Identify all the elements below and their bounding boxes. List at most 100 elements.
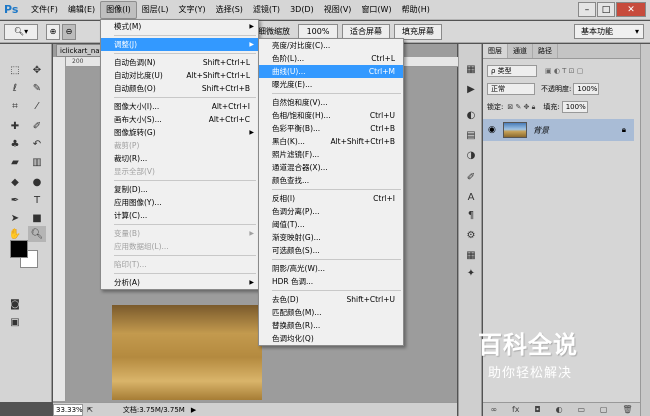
quick-mask-icon[interactable]: ◙ [6,296,24,312]
menu-item[interactable]: 色彩平衡(B)... Ctrl+B [259,122,403,135]
clone-source-panel-icon[interactable]: ⚙ [464,228,478,242]
character-panel-icon[interactable]: A [464,190,478,204]
menu-item[interactable]: 文件(F) [26,1,63,19]
menu-item[interactable]: 颜色查找... [259,174,403,187]
layers-tab[interactable]: 通道 [508,44,533,58]
menu-item[interactable]: 自动色调(N) Shift+Ctrl+L [101,56,258,69]
swatches-panel-icon[interactable]: ▤ [464,128,478,142]
menu-item[interactable]: 复制(D)... [101,183,258,196]
menu-item[interactable]: 色调分离(P)... [259,205,403,218]
zoom-level-field[interactable]: 33.33% [53,403,83,416]
fill-field[interactable]: 100% [561,101,588,113]
marquee-tool-icon[interactable]: ⬚ [6,62,24,78]
menu-item[interactable]: 曲线(U)... Ctrl+M [259,65,403,78]
menu-item[interactable]: 通道混合器(X)... [259,161,403,174]
menu-item[interactable]: 视图(V) [319,1,357,19]
visibility-eye-icon[interactable]: ◉ [488,125,496,135]
menu-item[interactable]: 图像(I) [100,0,137,19]
paragraph-panel-icon[interactable]: ¶ [464,208,478,222]
menu-item[interactable]: 替换颜色(R)... [259,319,403,332]
crop-tool-icon[interactable]: ⌗ [6,98,24,114]
delete-layer-icon[interactable]: 🗑︎ [622,405,632,414]
gradient-tool-icon[interactable]: ▥ [28,154,46,170]
menu-item[interactable]: 分析(A) ▶ [101,276,258,289]
canvas-image[interactable] [112,305,262,400]
menu-item[interactable]: 应用图像(Y)... [101,196,258,209]
screen-mode-icon[interactable]: ▣ [6,314,24,330]
layer-row-background[interactable]: ◉ 背景 🔒︎ [483,119,634,141]
zoom-tool-preset[interactable]: 🔍︎▾ [4,23,38,40]
healing-brush-tool-icon[interactable]: ✚ [6,118,24,134]
lasso-tool-icon[interactable]: ℓ [6,80,24,96]
menu-item[interactable]: 画布大小(S)... Alt+Ctrl+C [101,113,258,126]
status-arrow-icon[interactable]: ▶ [191,406,196,414]
blend-mode-select[interactable]: 正常 [487,83,535,95]
menu-item[interactable]: 计算(C)... [101,209,258,222]
menu-item[interactable]: 阈值(T)... [259,218,403,231]
eraser-tool-icon[interactable]: ▰ [6,154,24,170]
layer-style-icon[interactable]: fx [512,405,520,414]
adjustment-layer-icon[interactable]: ◐ [556,405,563,414]
close-button[interactable]: ✕ [616,2,646,17]
layers-tab[interactable]: 图层 [483,44,508,58]
move-tool-icon[interactable]: ✥ [28,62,46,78]
pen-tool-icon[interactable]: ✒ [6,192,24,208]
actions-panel-icon[interactable]: ▶ [464,82,478,96]
menu-item[interactable]: 3D(D) [285,1,319,19]
menu-item[interactable]: 可选颜色(S)... [259,244,403,257]
new-group-icon[interactable]: ▭ [577,405,585,414]
zoom-out-button[interactable]: ⊖ [62,23,76,40]
menu-item[interactable]: 去色(D) Shift+Ctrl+U [259,293,403,306]
path-select-tool-icon[interactable]: ➤ [6,210,24,226]
history-panel-icon[interactable]: ▦ [464,62,478,76]
workspace-select[interactable]: 基本功能 ▾ [574,24,644,39]
menu-item[interactable]: 色相/饱和度(H)... Ctrl+U [259,109,403,122]
menu-item[interactable]: 反相(I) Ctrl+I [259,192,403,205]
dodge-tool-icon[interactable]: ● [28,174,46,190]
document-tab[interactable]: iclickart_nat [56,44,104,57]
menu-item[interactable]: 选择(S) [211,1,248,19]
menu-item[interactable]: 自动对比度(U) Alt+Shift+Ctrl+L [101,69,258,82]
menu-item[interactable]: 图层(L) [137,1,174,19]
zoom-in-button[interactable]: ⊕ [46,23,60,40]
zoom-tool-icon[interactable]: 🔍︎ [28,226,46,242]
shape-tool-icon[interactable]: ■ [28,210,46,226]
menu-item[interactable]: 图像旋转(G) ▶ [101,126,258,139]
status-export-icon[interactable]: ⇱ [87,406,93,414]
maximize-button[interactable]: □ [597,2,615,17]
layers-tab[interactable]: 路径 [533,44,558,58]
lock-icons[interactable]: ⊠ ✎ ✥ 🔒︎ [507,103,535,112]
menu-item[interactable]: 阴影/高光(W)... [259,262,403,275]
eyedropper-tool-icon[interactable]: ⁄ [28,98,46,114]
menu-item[interactable]: 模式(M) ▶ [101,20,258,33]
menu-item[interactable]: 帮助(H) [397,1,435,19]
brush-tool-icon[interactable]: ✐ [28,118,46,134]
color-panel-icon[interactable]: ◐ [464,108,478,122]
type-tool-icon[interactable]: T [28,192,46,208]
menu-item[interactable]: 黑白(K)... Alt+Shift+Ctrl+B [259,135,403,148]
history-brush-tool-icon[interactable]: ↶ [28,136,46,152]
minimize-button[interactable]: – [578,2,596,17]
opacity-field[interactable]: 100% [573,83,600,95]
menu-item[interactable]: 文字(Y) [173,1,210,19]
menu-item[interactable]: 曝光度(E)... [259,78,403,91]
adjustments-panel-icon[interactable]: ◑ [464,148,478,162]
menu-item[interactable]: 渐变映射(G)... [259,231,403,244]
menu-item[interactable]: 调整(J) ▶ [101,38,258,51]
menu-item[interactable]: 色阶(L)... Ctrl+L [259,52,403,65]
quick-select-tool-icon[interactable]: ✎ [28,80,46,96]
menu-item[interactable]: 自动颜色(O) Shift+Ctrl+B [101,82,258,95]
menu-item[interactable]: 窗口(W) [356,1,396,19]
brush-panel-icon[interactable]: ✐ [464,170,478,184]
info-panel-icon[interactable]: ✦ [464,266,478,280]
menu-item[interactable]: 匹配颜色(M)... [259,306,403,319]
menu-item[interactable]: 编辑(E) [63,1,100,19]
grid-panel-icon[interactable]: ▦ [464,248,478,262]
link-layers-icon[interactable]: ∞ [490,405,497,414]
menu-item[interactable]: 裁切(R)... [101,152,258,165]
menu-item[interactable]: 自然饱和度(V)... [259,96,403,109]
new-layer-icon[interactable]: ▢ [600,405,608,414]
right-scrollbar[interactable] [640,44,650,416]
menu-item[interactable]: 色调均化(Q) [259,332,403,345]
menu-item[interactable]: 滤镜(T) [248,1,285,19]
